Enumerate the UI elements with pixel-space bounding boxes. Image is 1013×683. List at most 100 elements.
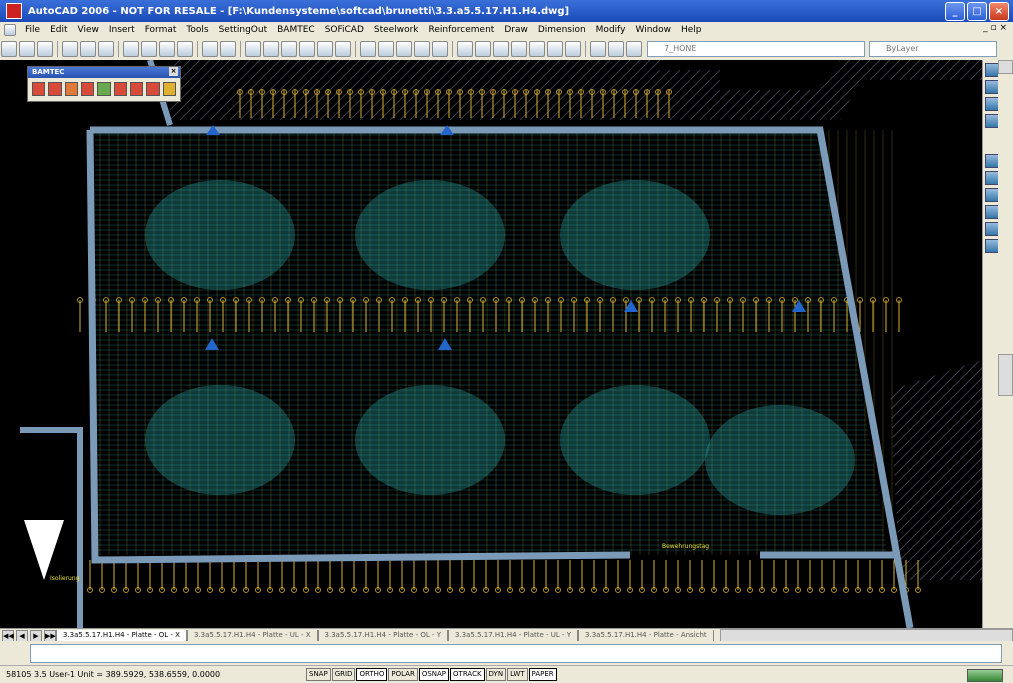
menu-settingout[interactable]: SettingOut xyxy=(214,25,273,35)
bamtec-tool-icon[interactable] xyxy=(48,82,62,96)
document-window-controls[interactable]: _ ▫ × xyxy=(983,23,1007,33)
layout-tab[interactable]: 3.3a5.5.17.H1.H4 - Platte - OL - Y xyxy=(317,629,448,642)
pan-icon[interactable] xyxy=(360,41,376,57)
help-icon[interactable] xyxy=(565,41,581,57)
tab-prev-icon[interactable]: ◀ xyxy=(16,629,28,642)
layer-state-icon[interactable] xyxy=(626,41,642,57)
save-icon[interactable] xyxy=(37,41,53,57)
close-button[interactable]: × xyxy=(989,2,1009,21)
layer-previous-icon[interactable] xyxy=(608,41,624,57)
drawing-canvas[interactable]: Bewehrungstag Isolierung xyxy=(20,60,982,628)
bamtec-tool-icon[interactable] xyxy=(80,82,95,96)
lwt-toggle[interactable]: LWT xyxy=(507,668,528,681)
undo-icon[interactable] xyxy=(202,41,218,57)
floating-toolbar-title[interactable]: BAMTEC × xyxy=(28,67,180,78)
properties-icon[interactable] xyxy=(457,41,473,57)
plot-preview-icon[interactable] xyxy=(80,41,96,57)
layout-tab[interactable]: 3.3a5.5.17.H1.H4 - Platte - UL - X xyxy=(186,629,318,642)
draw-tool-icon[interactable] xyxy=(985,205,999,219)
draw-tool-icon[interactable] xyxy=(985,171,999,185)
menu-file[interactable]: File xyxy=(20,25,45,35)
tool-palettes-icon[interactable] xyxy=(493,41,509,57)
layout-tab[interactable]: 3.3a5.5.17.H1.H4 - Platte - OL - X xyxy=(56,629,187,642)
bamtec-tool-icon[interactable] xyxy=(146,82,160,96)
reinforcement-tool-icon[interactable] xyxy=(245,41,261,57)
copy-icon[interactable] xyxy=(141,41,157,57)
menu-window[interactable]: Window xyxy=(631,25,677,35)
cut-icon[interactable] xyxy=(123,41,139,57)
bamtec-tool-icon[interactable] xyxy=(113,82,127,96)
design-center-icon[interactable] xyxy=(475,41,491,57)
open-icon[interactable] xyxy=(19,41,35,57)
layer-manager-icon[interactable] xyxy=(590,41,606,57)
zoom-extents-icon[interactable] xyxy=(432,41,448,57)
bamtec-tool-icon[interactable] xyxy=(32,82,46,96)
menu-insert[interactable]: Insert xyxy=(104,25,140,35)
tab-next-icon[interactable]: ▶ xyxy=(30,629,42,642)
bamtec-tool-icon[interactable] xyxy=(129,82,144,96)
scroll-thumb[interactable] xyxy=(998,354,1013,396)
menu-format[interactable]: Format xyxy=(140,25,182,35)
bamtec-tool-icon[interactable] xyxy=(97,82,111,96)
new-icon[interactable] xyxy=(1,41,17,57)
dyn-toggle[interactable]: DYN xyxy=(485,668,507,681)
zoom-realtime-icon[interactable] xyxy=(378,41,394,57)
sheet-set-icon[interactable] xyxy=(511,41,527,57)
calculator-icon[interactable] xyxy=(547,41,563,57)
drawing-svg[interactable]: Bewehrungstag Isolierung xyxy=(20,60,982,628)
minimize-button[interactable]: _ xyxy=(945,2,965,21)
vertical-scrollbar[interactable] xyxy=(998,60,1013,628)
draw-tool-icon[interactable] xyxy=(985,222,999,236)
orbit-icon[interactable] xyxy=(985,63,999,77)
publish-icon[interactable] xyxy=(98,41,114,57)
view-icon[interactable] xyxy=(985,80,999,94)
camera-icon[interactable] xyxy=(985,97,999,111)
redo-icon[interactable] xyxy=(220,41,236,57)
tab-first-icon[interactable]: ◀◀ xyxy=(2,629,14,642)
markup-icon[interactable] xyxy=(529,41,545,57)
grid-toggle[interactable]: GRID xyxy=(331,668,356,681)
draw-tool-icon[interactable] xyxy=(985,239,999,253)
menu-reinforcement[interactable]: Reinforcement xyxy=(424,25,500,35)
tray-settings-icon[interactable] xyxy=(967,669,1003,682)
layout-tab[interactable]: 3.3a5.5.17.H1.H4 - Platte - Ansicht xyxy=(578,629,714,642)
document-icon[interactable] xyxy=(4,24,16,36)
paper-toggle[interactable]: PAPER xyxy=(528,668,557,681)
menu-draw[interactable]: Draw xyxy=(499,25,533,35)
draw-tool-icon[interactable] xyxy=(985,154,999,168)
otrack-toggle[interactable]: OTRACK xyxy=(450,668,485,681)
reinforcement-tool-icon[interactable] xyxy=(281,41,297,57)
menu-help[interactable]: Help xyxy=(676,25,707,35)
match-properties-icon[interactable] xyxy=(177,41,193,57)
menu-dimension[interactable]: Dimension xyxy=(533,25,591,35)
ortho-toggle[interactable]: ORTHO xyxy=(356,668,388,681)
osnap-toggle[interactable]: OSNAP xyxy=(418,668,450,681)
render-icon[interactable] xyxy=(985,114,999,128)
polar-toggle[interactable]: POLAR xyxy=(388,668,418,681)
menu-soficad[interactable]: SOFiCAD xyxy=(320,25,369,35)
menu-tools[interactable]: Tools xyxy=(181,25,213,35)
command-input[interactable] xyxy=(30,644,1002,663)
bamtec-tool-icon[interactable] xyxy=(64,82,78,96)
color-dropdown[interactable]: ByLayer xyxy=(869,41,997,57)
scroll-up-icon[interactable] xyxy=(998,60,1013,74)
print-icon[interactable] xyxy=(62,41,78,57)
menu-bamtec[interactable]: BAMTEC xyxy=(272,25,320,35)
bamtec-floating-toolbar[interactable]: BAMTEC × xyxy=(27,66,181,102)
tab-last-icon[interactable]: ▶▶ xyxy=(44,629,56,642)
snap-toggle[interactable]: SNAP xyxy=(306,668,331,681)
layout-tab[interactable]: 3.3a5.5.17.H1.H4 - Platte - UL - Y xyxy=(447,629,579,642)
delete-icon[interactable] xyxy=(299,41,315,57)
zoom-previous-icon[interactable] xyxy=(414,41,430,57)
menu-modify[interactable]: Modify xyxy=(591,25,631,35)
bamtec-tool-icon[interactable] xyxy=(162,82,176,96)
reinforcement-tool-icon[interactable] xyxy=(263,41,279,57)
layer-dropdown[interactable]: 7_HONE xyxy=(647,41,865,57)
layer-tool-icon[interactable] xyxy=(335,41,351,57)
edit-icon[interactable] xyxy=(317,41,333,57)
menu-view[interactable]: View xyxy=(73,25,104,35)
close-icon[interactable]: × xyxy=(169,67,178,76)
menu-edit[interactable]: Edit xyxy=(45,25,72,35)
menu-steelwork[interactable]: Steelwork xyxy=(369,25,424,35)
zoom-window-icon[interactable] xyxy=(396,41,412,57)
